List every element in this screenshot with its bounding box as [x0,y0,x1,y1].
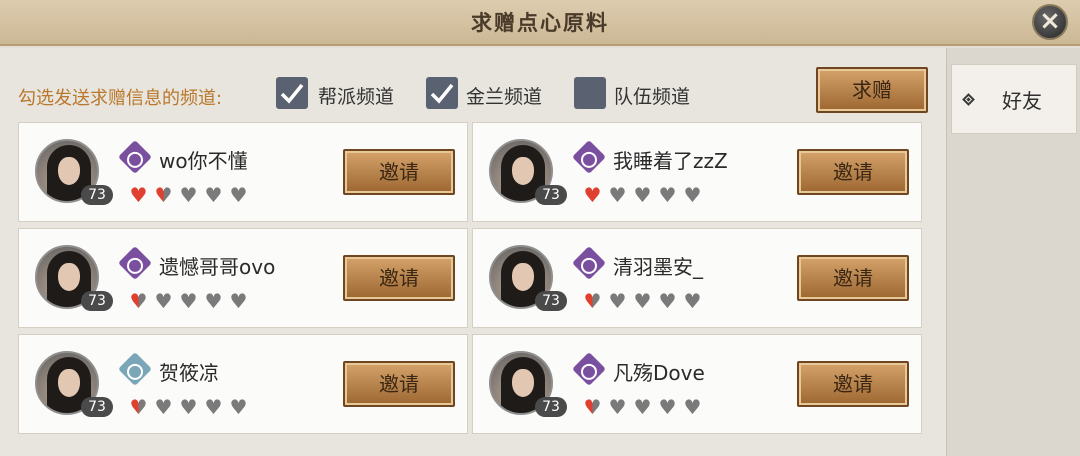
friend-name: wo你不懂 [159,149,248,173]
checkmark-icon [430,83,454,104]
level-badge: 73 [81,185,113,205]
heart-icon: ♥ [581,397,604,417]
heart-icon: ♥ [633,289,652,313]
heart-icon: ♥ [683,395,702,419]
intimacy-hearts: ♥ ♥ ♥ ♥ ♥ [127,397,250,417]
invite-button[interactable]: 邀请 [797,149,909,195]
heart-icon: ♥ [129,183,148,207]
heart-icon: ♥ [204,395,223,419]
dialog-title: 求赠点心原料 [471,11,609,35]
friend-card: 73 清羽墨安_ ♥ ♥ ♥ ♥ ♥ 邀请 [472,228,922,328]
heart-icon: ♥ [683,183,702,207]
tab-friends[interactable]: 好友 [951,64,1077,134]
heart-icon: ♥ [154,289,173,313]
invite-button[interactable]: 邀请 [343,149,455,195]
heart-icon: ♥ [608,289,627,313]
checkmark-icon [280,83,304,104]
friend-card: 73 wo你不懂 ♥ ♥ ♥ ♥ ♥ 邀请 [18,122,468,222]
heart-icon: ♥ [204,183,223,207]
tab-friends-label: 好友 [1002,89,1042,113]
purple-fan-emblem-icon [118,140,152,174]
sworn-channel-checkbox[interactable] [426,77,458,109]
heart-icon: ♥ [179,395,198,419]
invite-button[interactable]: 邀请 [797,361,909,407]
heart-icon: ♥ [179,183,198,207]
heart-icon: ♥ [658,289,677,313]
friend-name: 遗憾哥哥ovo [159,255,276,279]
friend-card: 73 凡殇Dove ♥ ♥ ♥ ♥ ♥ 邀请 [472,334,922,434]
friend-name: 清羽墨安_ [613,255,703,279]
heart-icon: ♥ [581,291,604,311]
guild-channel-checkbox[interactable] [276,77,308,109]
purple-fan-emblem-icon [572,246,606,280]
level-badge: 73 [535,185,567,205]
friend-card: 73 贺筱凉 ♥ ♥ ♥ ♥ ♥ 邀请 [18,334,468,434]
heart-icon: ♥ [154,395,173,419]
heart-icon: ♥ [633,395,652,419]
team-channel-checkbox[interactable] [574,77,606,109]
friend-name: 我睡着了zzZ [613,149,728,173]
purple-fan-emblem-icon [572,140,606,174]
level-badge: 73 [535,291,567,311]
friend-name: 贺筱凉 [159,361,219,385]
heart-icon: ♥ [229,395,248,419]
heart-icon: ♥ [608,183,627,207]
heart-icon: ♥ [204,289,223,313]
intimacy-hearts: ♥ ♥ ♥ ♥ ♥ [581,397,704,417]
purple-fan-emblem-icon [572,352,606,386]
heart-icon: ♥ [658,395,677,419]
intimacy-hearts: ♥ ♥ ♥ ♥ ♥ [581,185,704,205]
level-badge: 73 [81,397,113,417]
friend-card: 73 遗憾哥哥ovo ♥ ♥ ♥ ♥ ♥ 邀请 [18,228,468,328]
heart-icon: ♥ [633,183,652,207]
guild-channel-label: 帮派频道 [318,86,395,108]
intimacy-hearts: ♥ ♥ ♥ ♥ ♥ [127,185,250,205]
sworn-channel-label: 金兰频道 [466,86,543,108]
heart-icon: ♥ [127,397,150,417]
heart-icon: ♥ [583,183,602,207]
team-channel-label: 队伍频道 [614,86,691,108]
heart-icon: ♥ [229,183,248,207]
heart-icon: ♥ [127,291,150,311]
level-badge: 73 [81,291,113,311]
invite-button[interactable]: 邀请 [797,255,909,301]
request-button[interactable]: 求赠 [816,67,928,113]
heart-icon: ♥ [683,289,702,313]
purple-fan-emblem-icon [118,246,152,280]
close-icon[interactable]: × [1032,4,1068,40]
heart-icon: ♥ [152,185,175,205]
friend-name: 凡殇Dove [613,361,705,385]
diamond-icon [962,93,975,106]
invite-button[interactable]: 邀请 [343,361,455,407]
heart-icon: ♥ [608,395,627,419]
intimacy-hearts: ♥ ♥ ♥ ♥ ♥ [581,291,704,311]
channel-select-label: 勾选发送求赠信息的频道: [18,88,223,109]
heart-icon: ♥ [179,289,198,313]
teal-feather-emblem-icon [118,352,152,386]
level-badge: 73 [535,397,567,417]
invite-button[interactable]: 邀请 [343,255,455,301]
friend-card: 73 我睡着了zzZ ♥ ♥ ♥ ♥ ♥ 邀请 [472,122,922,222]
intimacy-hearts: ♥ ♥ ♥ ♥ ♥ [127,291,250,311]
side-tab-panel: 好友 [946,48,1080,456]
heart-icon: ♥ [229,289,248,313]
heart-icon: ♥ [658,183,677,207]
